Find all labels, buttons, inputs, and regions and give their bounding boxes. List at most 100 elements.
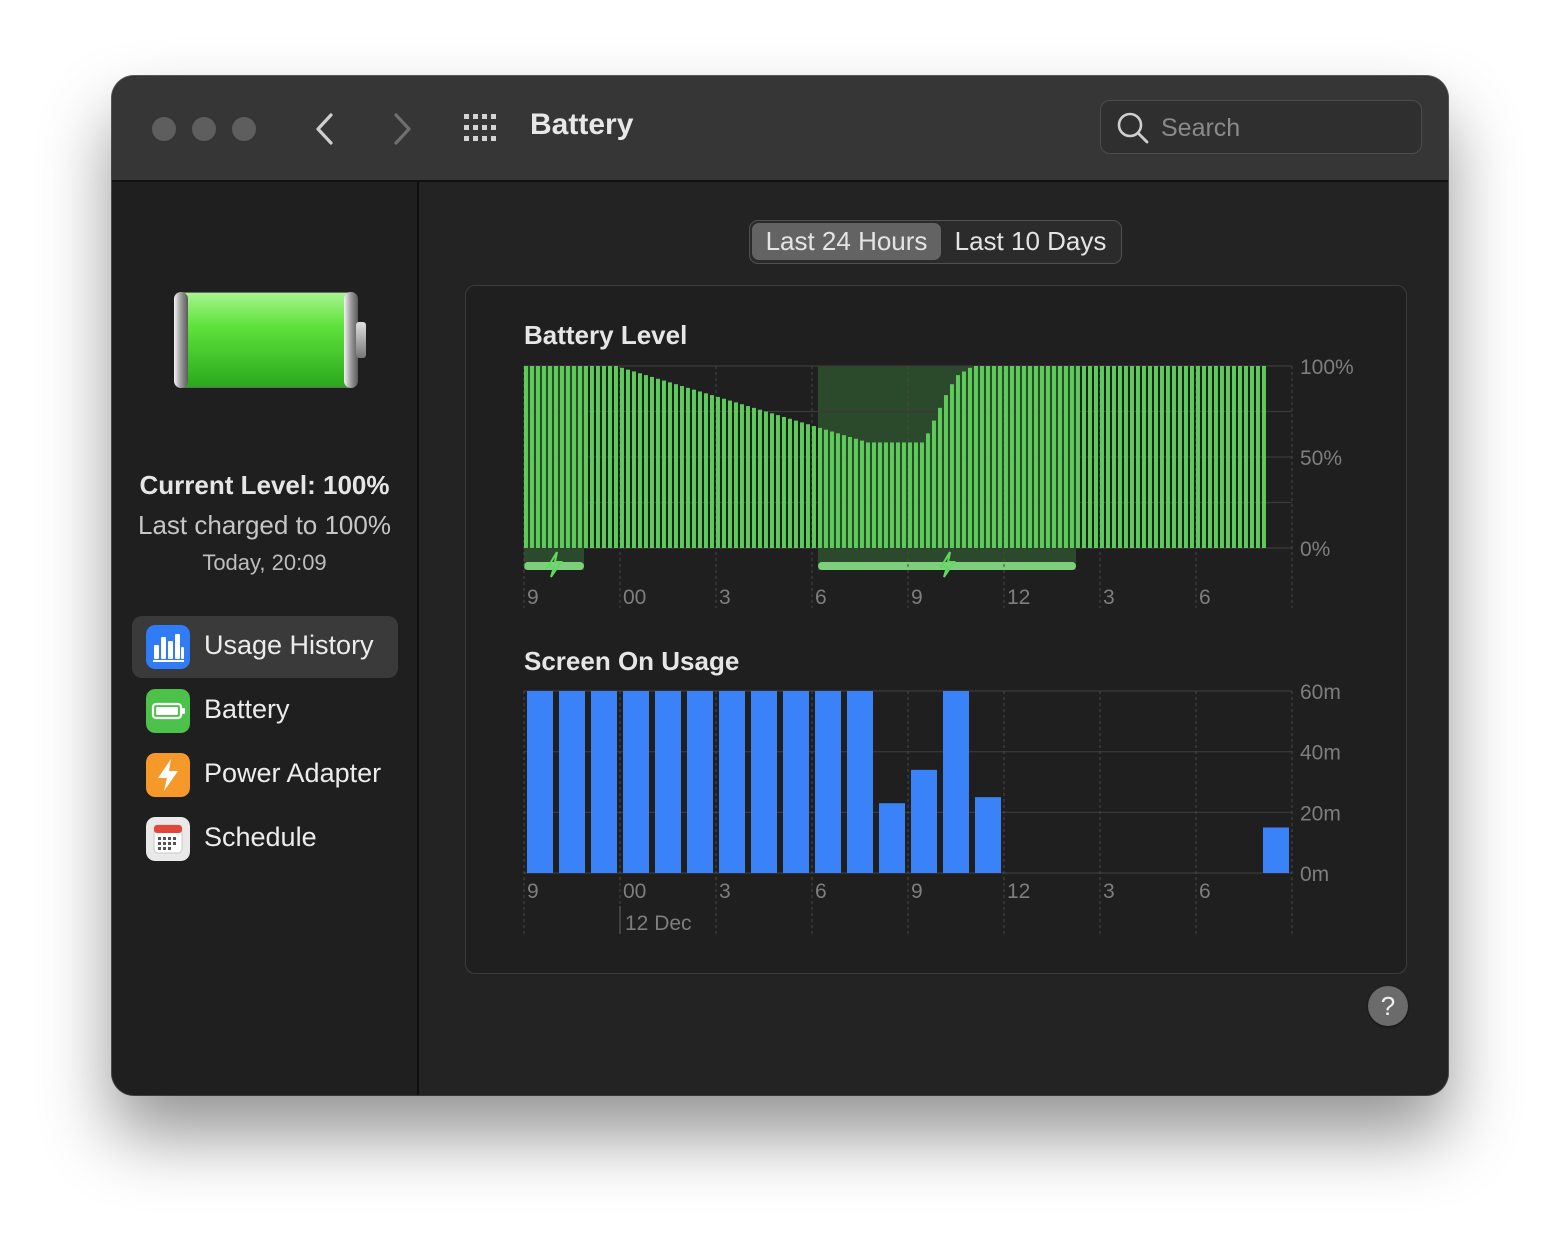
screen-usage-bar	[943, 691, 969, 873]
x-tick-label: 6	[815, 880, 827, 903]
battery-level-bar	[1070, 366, 1074, 548]
y-tick-label: 50%	[1300, 447, 1342, 470]
screen-usage-bar	[527, 691, 553, 873]
battery-level-bar	[842, 435, 846, 548]
search-field[interactable]	[1100, 100, 1422, 154]
screen-usage-bar	[847, 691, 873, 873]
battery-level-bar	[1154, 366, 1158, 548]
battery-level-bar	[812, 426, 816, 548]
battery-level-bar	[1190, 366, 1194, 548]
battery-level-bar	[548, 366, 552, 548]
x-tick-label: 12	[1007, 586, 1030, 609]
battery-level-bar	[1184, 366, 1188, 548]
battery-level-bar	[896, 442, 900, 548]
tab-last-24-hours[interactable]: Last 24 Hours	[752, 223, 941, 260]
battery-level-bar	[614, 366, 618, 548]
battery-level-bar	[1238, 366, 1242, 548]
x-tick-label: 3	[719, 880, 731, 903]
screen-usage-bar	[559, 691, 585, 873]
battery-level-bar	[818, 427, 822, 548]
battery-level-bar	[554, 366, 558, 548]
sidebar-item-power-adapter[interactable]: Power Adapter	[132, 744, 398, 806]
battery-level-bar	[1196, 366, 1200, 548]
battery-level-bar	[962, 371, 966, 548]
battery-level-bar	[668, 382, 672, 548]
x-tick-label: 12	[1007, 880, 1030, 903]
search-input[interactable]	[1159, 109, 1413, 147]
battery-level-bar	[638, 373, 642, 548]
battery-full-icon	[174, 292, 366, 388]
battery-level-bar	[710, 395, 714, 548]
last-charged-time: Today, 20:09	[202, 550, 327, 575]
sidebar-item-usage-history[interactable]: Usage History	[132, 616, 398, 678]
sidebar-item-label: Schedule	[204, 822, 317, 852]
battery-level-bar	[1040, 366, 1044, 548]
battery-level-bar	[536, 366, 540, 548]
screen-usage-bar	[975, 797, 1001, 873]
battery-level-bar	[764, 411, 768, 548]
usage-history-icon	[146, 625, 190, 669]
battery-level-bar	[776, 415, 780, 548]
close-window-button[interactable]	[152, 117, 176, 141]
screen-usage-bar	[911, 769, 937, 873]
battery-level-bar	[1256, 366, 1260, 548]
power-adapter-icon	[146, 753, 190, 797]
back-chevron-icon[interactable]	[306, 109, 346, 149]
battery-level-bar	[620, 367, 624, 548]
battery-level-bar	[596, 366, 600, 548]
zoom-window-button[interactable]	[232, 117, 256, 141]
minimize-window-button[interactable]	[192, 117, 216, 141]
battery-level-bar	[794, 420, 798, 548]
battery-level-bar	[800, 422, 804, 548]
screen-usage-bar	[623, 691, 649, 873]
battery-level-bar	[542, 366, 546, 548]
battery-level-bar	[626, 369, 630, 548]
battery-level-bar	[1208, 366, 1212, 548]
battery-icon	[146, 689, 190, 733]
x-tick-label: 9	[527, 586, 539, 609]
battery-level-bar	[716, 396, 720, 548]
battery-level-bar	[1136, 366, 1140, 548]
battery-level-bar	[572, 366, 576, 548]
battery-level-bar	[944, 395, 948, 548]
battery-level-bar	[782, 416, 786, 548]
battery-level-bar	[746, 406, 750, 548]
screen-usage-bar	[879, 803, 905, 873]
screen-usage-bar	[1263, 827, 1289, 873]
battery-level-bar	[1004, 366, 1008, 548]
battery-level-bar	[884, 442, 888, 548]
y-tick-label: 100%	[1300, 356, 1354, 379]
sidebar-item-schedule[interactable]: Schedule	[132, 808, 398, 870]
battery-level-bar	[1262, 366, 1266, 548]
battery-level-bar	[848, 436, 852, 548]
battery-level-bar	[992, 366, 996, 548]
battery-level-bar	[1202, 366, 1206, 548]
battery-level-bar	[584, 366, 588, 548]
tab-last-10-days[interactable]: Last 10 Days	[943, 223, 1118, 260]
screen-usage-bar	[719, 691, 745, 873]
sidebar-item-battery[interactable]: Battery	[132, 680, 398, 742]
y-tick-label: 60m	[1300, 681, 1341, 704]
battery-level-bar	[1112, 366, 1116, 548]
battery-level-bar	[1160, 366, 1164, 548]
battery-level-bar	[926, 433, 930, 548]
battery-level-bar	[878, 442, 882, 548]
battery-level-bar	[1220, 366, 1224, 548]
battery-level-bar	[674, 384, 678, 548]
x-tick-label: 3	[1103, 586, 1115, 609]
battery-level-bar	[1022, 366, 1026, 548]
show-all-grid-icon[interactable]	[462, 112, 502, 144]
help-button[interactable]: ?	[1368, 986, 1408, 1026]
battery-level-bar	[1082, 366, 1086, 548]
x-tick-label: 9	[911, 880, 923, 903]
screen-usage-bar	[655, 691, 681, 873]
battery-level-bar	[980, 366, 984, 548]
main-content: Last 24 Hours Last 10 Days Battery Level…	[419, 182, 1448, 1095]
battery-level-bar	[1148, 366, 1152, 548]
battery-level-bar	[770, 413, 774, 548]
battery-level-bar	[932, 420, 936, 548]
forward-chevron-icon[interactable]	[382, 109, 422, 149]
x-tick-label: 9	[527, 880, 539, 903]
battery-level-bar	[1094, 366, 1098, 548]
x-tick-label: 6	[1199, 880, 1211, 903]
